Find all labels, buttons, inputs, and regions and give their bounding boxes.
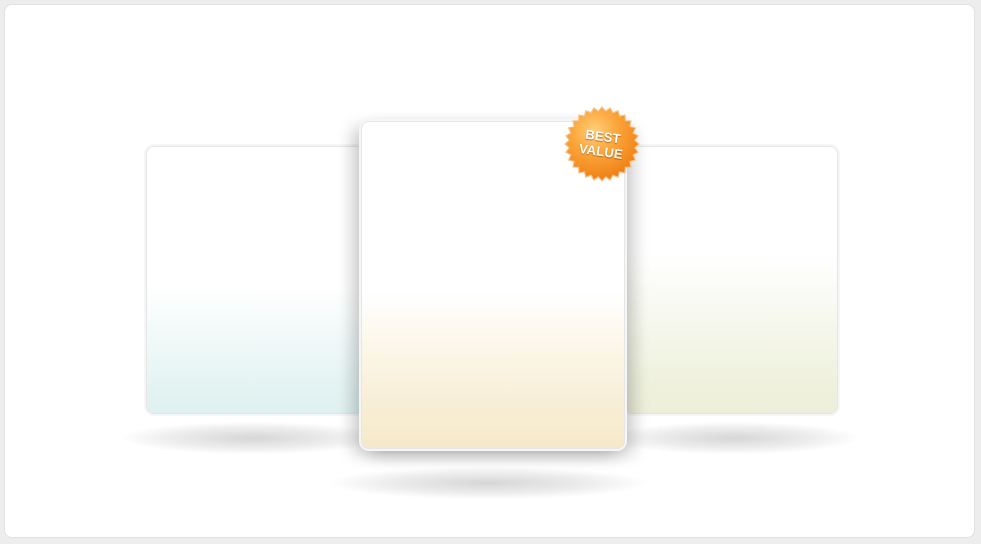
- left-card-floor-shadow: [122, 422, 384, 454]
- best-value-badge: BEST VALUE: [563, 105, 641, 183]
- badge-label: BEST VALUE: [558, 100, 646, 188]
- pricing-card-left[interactable]: [146, 146, 364, 414]
- pricing-card-right[interactable]: [625, 146, 838, 414]
- pricing-frame: BEST VALUE: [4, 4, 975, 538]
- right-card-floor-shadow: [608, 422, 858, 454]
- center-card-floor-shadow: [330, 467, 646, 499]
